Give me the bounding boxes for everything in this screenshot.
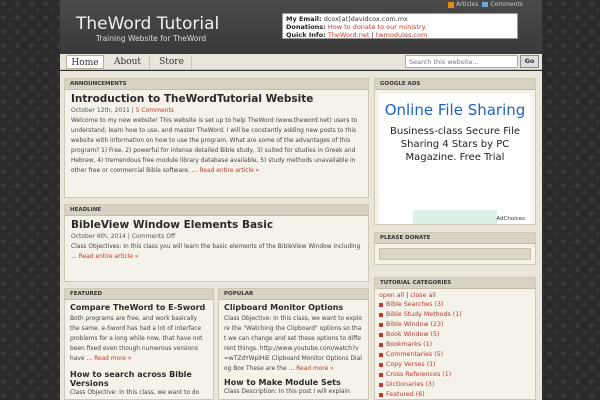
categories-box: TUTORIAL CATEGORIES open all | close all… bbox=[374, 277, 536, 400]
featured-post-title-2[interactable]: How to search across Bible Versions bbox=[70, 370, 208, 388]
headline-box: HEADLINE BibleView Window Elements Basic… bbox=[64, 204, 369, 282]
comments-icon bbox=[482, 2, 489, 7]
ad-title[interactable]: Online File Sharing bbox=[379, 94, 531, 120]
articles-feed-link[interactable]: Articles bbox=[456, 1, 478, 8]
donations-link[interactable]: How to donate to our ministry. bbox=[328, 23, 427, 31]
popular-post-excerpt: Class Objective: In this class, we want … bbox=[224, 316, 362, 372]
nav-home[interactable]: Home bbox=[66, 55, 104, 69]
donate-heading: PLEASE DONATE bbox=[375, 233, 535, 244]
announcement-post-title[interactable]: Introduction to TheWordTutorial Website bbox=[71, 93, 362, 105]
site-header: TheWord Tutorial Training Website for Th… bbox=[60, 0, 542, 54]
category-item[interactable]: Commentaries (5) bbox=[379, 350, 531, 360]
nav-store[interactable]: Store bbox=[152, 55, 192, 69]
category-link[interactable]: Bible Study Methods (1) bbox=[386, 311, 462, 318]
search-button[interactable]: Go bbox=[520, 55, 539, 68]
headline-read-more[interactable]: Read entire article » bbox=[79, 254, 139, 260]
featured-post-excerpt: Both programs are free, and work basical… bbox=[70, 316, 203, 362]
site-description: Training Website for TheWord bbox=[96, 34, 207, 43]
meta-separator: | bbox=[127, 233, 130, 240]
announcement-excerpt: Welcome to my new website! This website … bbox=[71, 118, 358, 174]
open-all-link[interactable]: open all bbox=[379, 292, 404, 299]
theword-link[interactable]: TheWord.net bbox=[328, 31, 370, 39]
donations-label: Donations: bbox=[286, 23, 326, 31]
content-area: ANNOUNCEMENTS Introduction to TheWordTut… bbox=[60, 71, 542, 400]
category-item[interactable]: Copy Verses (1) bbox=[379, 360, 531, 370]
announcement-read-more[interactable]: Read entire article » bbox=[200, 168, 260, 174]
featured-heading: FEATURED bbox=[65, 289, 213, 300]
email-label: My Email: bbox=[286, 15, 322, 23]
featured-post-title[interactable]: Compare TheWord to E-Sword bbox=[70, 303, 208, 312]
category-link[interactable]: Commentaries (5) bbox=[386, 351, 443, 358]
category-item[interactable]: Book Window (5) bbox=[379, 330, 531, 340]
featured-post-excerpt-2: Class Objective: In this class, we want … bbox=[70, 390, 200, 396]
google-ads-box: GOOGLE ADS Online File Sharing Business-… bbox=[374, 78, 536, 225]
category-link[interactable]: Cross References (1) bbox=[386, 371, 451, 378]
donate-widget[interactable] bbox=[379, 248, 531, 260]
category-link[interactable]: Bookmarks (1) bbox=[386, 341, 432, 348]
announcements-box: ANNOUNCEMENTS Introduction to TheWordTut… bbox=[64, 78, 369, 198]
headline-heading: HEADLINE bbox=[65, 205, 368, 216]
nav-about[interactable]: About bbox=[106, 55, 150, 69]
announcement-date: October 12th, 2011 bbox=[71, 107, 130, 114]
feed-links: Articles Comments bbox=[448, 1, 523, 8]
rss-icon bbox=[448, 1, 454, 8]
category-link[interactable]: Featured (6) bbox=[386, 391, 425, 398]
category-item[interactable]: Dictionaries (3) bbox=[379, 380, 531, 390]
category-link[interactable]: Dictionaries (3) bbox=[386, 381, 434, 388]
toggle-separator: | bbox=[406, 292, 409, 299]
popular-box: POPULAR Clipboard Monitor Options Class … bbox=[218, 288, 369, 400]
category-item[interactable]: Bookmarks (1) bbox=[379, 340, 531, 350]
ad-cta-bar bbox=[413, 210, 497, 224]
category-item[interactable]: Featured (6) bbox=[379, 390, 531, 399]
category-link[interactable]: Book Window (5) bbox=[386, 331, 439, 338]
popular-heading: POPULAR bbox=[219, 289, 368, 300]
announcement-comments-link[interactable]: 5 Comments bbox=[136, 107, 174, 114]
headline-date: October 6th, 2014 bbox=[71, 233, 126, 240]
donate-box: PLEASE DONATE bbox=[374, 232, 536, 265]
category-link[interactable]: Copy Verses (1) bbox=[386, 361, 436, 368]
featured-box: FEATURED Compare TheWord to E-Sword Both… bbox=[64, 288, 214, 400]
headline-post-title[interactable]: BibleView Window Elements Basic bbox=[71, 219, 362, 231]
popular-post-excerpt-2: Class Description: In this post I will e… bbox=[224, 389, 350, 395]
ad-choices-label[interactable]: AdChoices bbox=[496, 216, 525, 222]
category-list: Bible Searches (3) Bible Study Methods (… bbox=[379, 300, 531, 399]
category-link[interactable]: Bible Window (23) bbox=[386, 321, 443, 328]
headline-comments: Comments Off bbox=[131, 233, 176, 240]
category-item[interactable]: Bible Study Methods (1) bbox=[379, 310, 531, 320]
close-all-link[interactable]: close all bbox=[410, 292, 436, 299]
contact-info-box: My Email: dcox[at]davidcox.com.mx Donati… bbox=[282, 13, 518, 39]
site-title[interactable]: TheWord Tutorial bbox=[76, 14, 219, 34]
category-item[interactable]: Bible Searches (3) bbox=[379, 300, 531, 310]
featured-read-more[interactable]: Read more » bbox=[94, 356, 131, 362]
quick-info-label: Quick Info: bbox=[286, 31, 326, 39]
comments-feed-link[interactable]: Comments bbox=[490, 1, 523, 8]
ad-unit[interactable]: Online File Sharing Business-class Secur… bbox=[379, 94, 531, 224]
category-link[interactable]: Bible Searches (3) bbox=[386, 301, 443, 308]
quick-info-separator: | bbox=[371, 31, 374, 39]
search-input[interactable] bbox=[405, 55, 518, 68]
email-value: dcox[at]davidcox.com.mx bbox=[323, 15, 408, 23]
category-item[interactable]: Bible Window (23) bbox=[379, 320, 531, 330]
ad-body: Business-class Secure File Sharing 4 Sta… bbox=[390, 126, 520, 163]
meta-separator: | bbox=[131, 107, 134, 114]
popular-post-title-2[interactable]: How to Make Module Sets bbox=[224, 378, 363, 387]
twmodules-link[interactable]: twmodules.com bbox=[376, 31, 428, 39]
google-ads-heading: GOOGLE ADS bbox=[375, 79, 535, 90]
popular-read-more[interactable]: Read more » bbox=[296, 366, 333, 372]
announcements-heading: ANNOUNCEMENTS bbox=[65, 79, 368, 90]
categories-heading: TUTORIAL CATEGORIES bbox=[375, 278, 535, 289]
popular-post-title[interactable]: Clipboard Monitor Options bbox=[224, 303, 363, 312]
category-item[interactable]: Cross References (1) bbox=[379, 370, 531, 380]
